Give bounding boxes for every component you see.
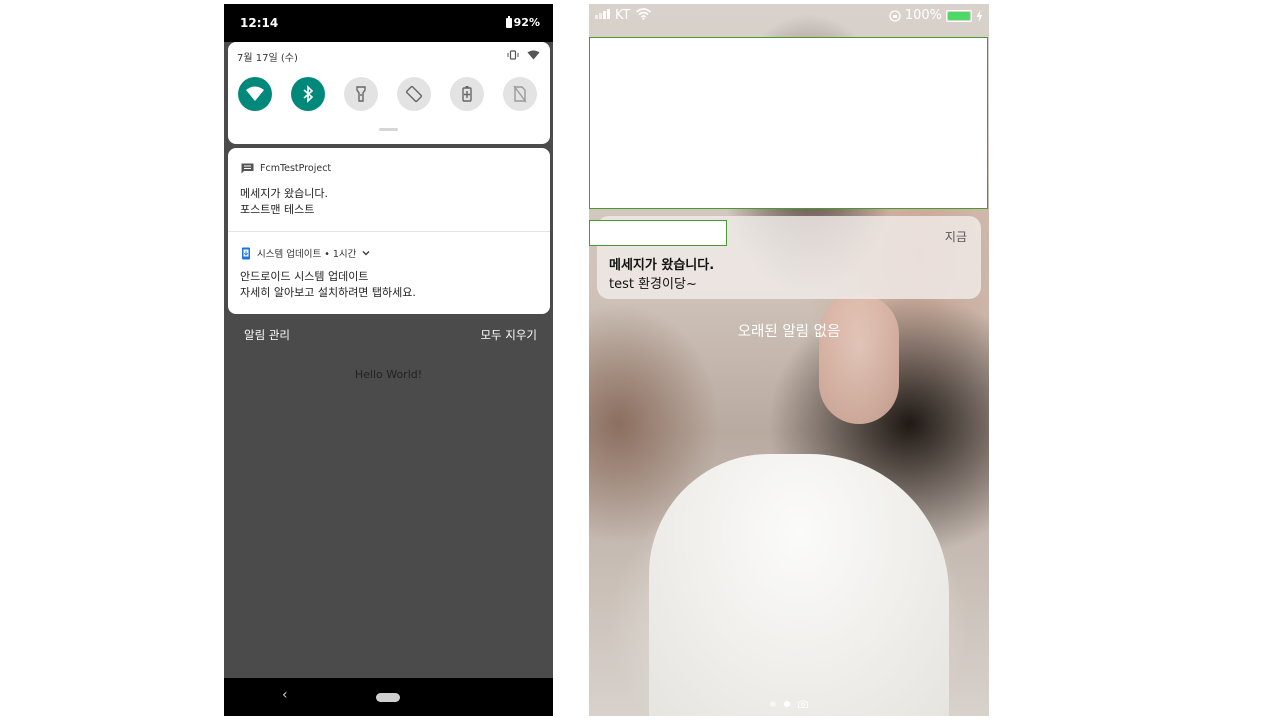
battery-saver-icon (462, 86, 472, 102)
flashlight-tile[interactable] (344, 77, 378, 111)
signal-icon (595, 9, 610, 19)
clear-all-button[interactable]: 모두 지우기 (480, 327, 537, 343)
page-dot-active (784, 701, 790, 707)
page-dot (770, 701, 776, 707)
chevron-down-icon[interactable] (362, 250, 370, 256)
battery-icon (505, 15, 512, 28)
redacted-app-header (589, 220, 727, 246)
wallpaper-pillow (649, 454, 949, 716)
notification-body: 포스트맨 테스트 (240, 203, 315, 216)
battery-percent: 92% (513, 16, 540, 29)
android-nav-bar: ‹ (224, 678, 553, 716)
wallpaper-hand (819, 294, 899, 424)
orientation-lock-icon (889, 9, 901, 22)
system-update-icon (242, 247, 250, 259)
ios-status-right: 100% (889, 8, 983, 23)
data-tile[interactable] (503, 77, 537, 111)
flashlight-icon (356, 86, 366, 102)
notification-title: 메세지가 왔습니다. (609, 258, 715, 273)
sim-off-icon (513, 85, 527, 103)
app-hello-text: Hello World! (354, 368, 423, 381)
notification-title: 안드로이드 시스템 업데이트 (240, 270, 369, 283)
auto-rotate-tile[interactable] (397, 77, 431, 111)
ios-status-bar: KT 100% (589, 4, 989, 28)
wifi-tile[interactable] (238, 77, 272, 111)
quick-settings-drag-handle[interactable] (379, 128, 398, 131)
notification-app-name: FcmTestProject (260, 163, 332, 174)
wifi-icon (246, 86, 264, 101)
bluetooth-icon (303, 85, 314, 103)
notification-list: FcmTestProject 메세지가 왔습니다. 포스트맨 테스트 시스템 업… (228, 148, 550, 314)
battery-indicator: 92% (505, 15, 540, 29)
camera-icon (798, 700, 808, 708)
notification-divider (228, 231, 550, 232)
battery-saver-tile[interactable] (450, 77, 484, 111)
quick-settings-date: 7월 17일 (수) (237, 53, 298, 64)
page-indicator[interactable] (589, 700, 989, 708)
quick-settings-status-icons (507, 50, 540, 60)
android-screen: 12:14 92% 7월 17일 (수) FcmTestProject 메세지가… (224, 4, 553, 716)
carrier-name: KT (615, 8, 631, 23)
ios-lock-screen: KT 100% 지금 메세지가 왔습니다. test 환경이당~ 오래된 알림 … (589, 4, 989, 716)
rotate-icon (405, 85, 423, 103)
manage-notifications-button[interactable]: 알림 관리 (244, 327, 290, 343)
notification-body: test 환경이당~ (609, 277, 697, 292)
charging-bolt-icon (976, 9, 983, 22)
android-status-bar: 12:14 92% (224, 4, 553, 42)
notification-header: 시스템 업데이트 • 1시간 (241, 246, 370, 260)
notification-body: 자세히 알아보고 설치하려면 탭하세요. (240, 286, 416, 299)
vibrate-icon (507, 50, 519, 60)
bluetooth-tile[interactable] (291, 77, 325, 111)
message-icon (241, 163, 254, 174)
battery-icon (946, 9, 972, 22)
status-time: 12:14 (240, 16, 279, 30)
notification-app-name: 시스템 업데이트 • 1시간 (257, 249, 357, 260)
home-pill-icon[interactable] (376, 693, 400, 702)
quick-settings-panel: 7월 17일 (수) (228, 42, 550, 144)
no-older-notifications-label: 오래된 알림 없음 (737, 324, 841, 340)
notification-header: FcmTestProject (241, 163, 331, 174)
notification-time: 지금 (944, 230, 967, 244)
back-icon[interactable]: ‹ (282, 687, 288, 703)
wifi-small-icon (527, 50, 540, 60)
battery-percent: 100% (904, 8, 942, 23)
wifi-icon (636, 8, 651, 20)
notification-title: 메세지가 왔습니다. (240, 187, 328, 200)
redacted-widget-area (589, 37, 988, 209)
